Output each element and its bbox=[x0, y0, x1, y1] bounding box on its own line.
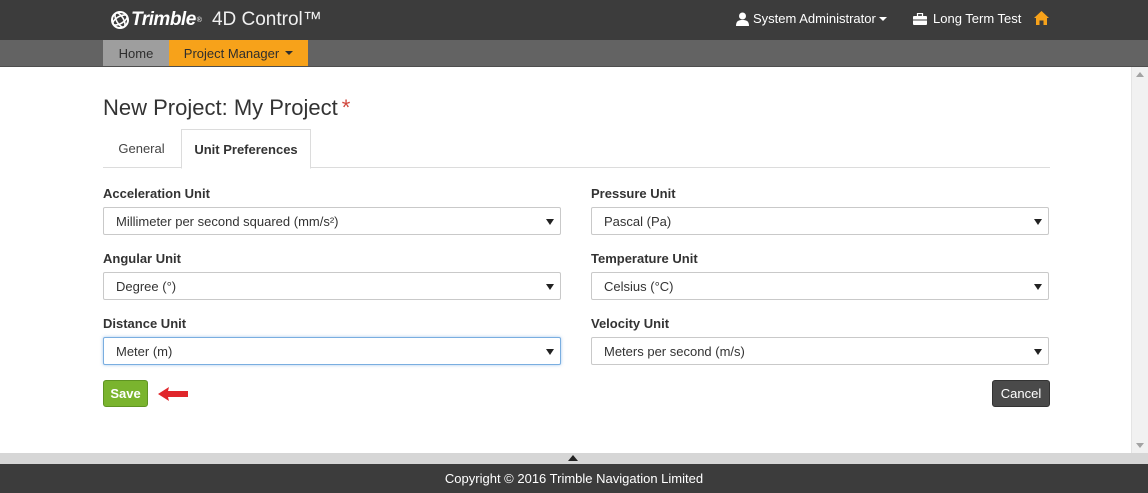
velocity-unit-label: Velocity Unit bbox=[591, 316, 670, 331]
page-title-text: New Project: My Project bbox=[103, 95, 338, 120]
user-icon bbox=[736, 12, 749, 26]
cancel-button[interactable]: Cancel bbox=[992, 380, 1050, 407]
project-name: Long Term Test bbox=[933, 11, 1022, 26]
acceleration-unit-select[interactable]: Millimeter per second squared (mm/s²) bbox=[103, 207, 561, 235]
velocity-unit-value: Meters per second (m/s) bbox=[604, 343, 745, 359]
trimble-globe-icon bbox=[111, 11, 129, 29]
dropdown-arrow-icon bbox=[546, 219, 554, 225]
required-marker: * bbox=[341, 95, 351, 120]
vertical-scrollbar[interactable] bbox=[1131, 67, 1148, 453]
temperature-unit-value: Celsius (°C) bbox=[604, 278, 674, 294]
dropdown-arrow-icon bbox=[1034, 219, 1042, 225]
distance-unit-label: Distance Unit bbox=[103, 316, 187, 331]
top-bar: Trimble ® 4D Control™ System Administrato… bbox=[0, 0, 1148, 40]
copyright-text: Copyright © 2016 Trimble Navigation Limi… bbox=[444, 471, 704, 486]
user-menu[interactable]: System Administrator bbox=[736, 11, 887, 26]
dropdown-arrow-icon bbox=[546, 349, 554, 355]
distance-unit-select[interactable]: Meter (m) bbox=[103, 337, 561, 365]
footer: Copyright © 2016 Trimble Navigation Limi… bbox=[0, 464, 1148, 493]
chevron-up-icon[interactable] bbox=[568, 455, 578, 461]
scroll-down-icon[interactable] bbox=[1136, 443, 1144, 448]
angular-unit-select[interactable]: Degree (°) bbox=[103, 272, 561, 300]
pressure-unit-value: Pascal (Pa) bbox=[604, 213, 672, 229]
temperature-unit-label: Temperature Unit bbox=[591, 251, 698, 266]
nav-project-manager-label: Project Manager bbox=[183, 45, 280, 61]
dropdown-arrow-icon bbox=[546, 284, 554, 290]
angular-unit-value: Degree (°) bbox=[116, 278, 177, 294]
page-title: New Project: My Project * bbox=[103, 95, 350, 121]
scroll-up-icon[interactable] bbox=[1136, 72, 1144, 77]
chevron-down-icon bbox=[878, 16, 887, 21]
current-project[interactable]: Long Term Test bbox=[913, 11, 1021, 26]
user-name: System Administrator bbox=[753, 11, 876, 26]
temperature-unit-select[interactable]: Celsius (°C) bbox=[591, 272, 1049, 300]
home-icon[interactable] bbox=[1034, 11, 1049, 25]
briefcase-icon bbox=[913, 12, 927, 25]
pressure-unit-select[interactable]: Pascal (Pa) bbox=[591, 207, 1049, 235]
product-name: 4D Control™ bbox=[211, 9, 322, 30]
main-nav: Home Project Manager bbox=[0, 40, 1148, 67]
save-button[interactable]: Save bbox=[103, 380, 148, 407]
chevron-down-icon bbox=[285, 51, 294, 55]
brand-registered-mark: ® bbox=[196, 16, 202, 24]
nav-project-manager[interactable]: Project Manager bbox=[169, 40, 308, 66]
velocity-unit-select[interactable]: Meters per second (m/s) bbox=[591, 337, 1049, 365]
tab-unit-preferences[interactable]: Unit Preferences bbox=[181, 129, 311, 169]
brand-name: Trimble bbox=[131, 9, 196, 30]
angular-unit-label: Angular Unit bbox=[103, 251, 181, 266]
tab-general[interactable]: General bbox=[103, 129, 180, 168]
acceleration-unit-value: Millimeter per second squared (mm/s²) bbox=[116, 213, 339, 229]
tab-bar: General Unit Preferences bbox=[103, 129, 1050, 169]
trimble-logo[interactable]: Trimble ® 4D Control™ bbox=[110, 8, 322, 32]
dropdown-arrow-icon bbox=[1034, 284, 1042, 290]
footer-toggle-bar bbox=[0, 453, 1148, 464]
distance-unit-value: Meter (m) bbox=[116, 343, 173, 359]
pressure-unit-label: Pressure Unit bbox=[591, 186, 676, 201]
dropdown-arrow-icon bbox=[1034, 349, 1042, 355]
red-arrow-annotation-icon bbox=[158, 387, 188, 401]
acceleration-unit-label: Acceleration Unit bbox=[103, 186, 210, 201]
nav-home[interactable]: Home bbox=[103, 40, 169, 66]
